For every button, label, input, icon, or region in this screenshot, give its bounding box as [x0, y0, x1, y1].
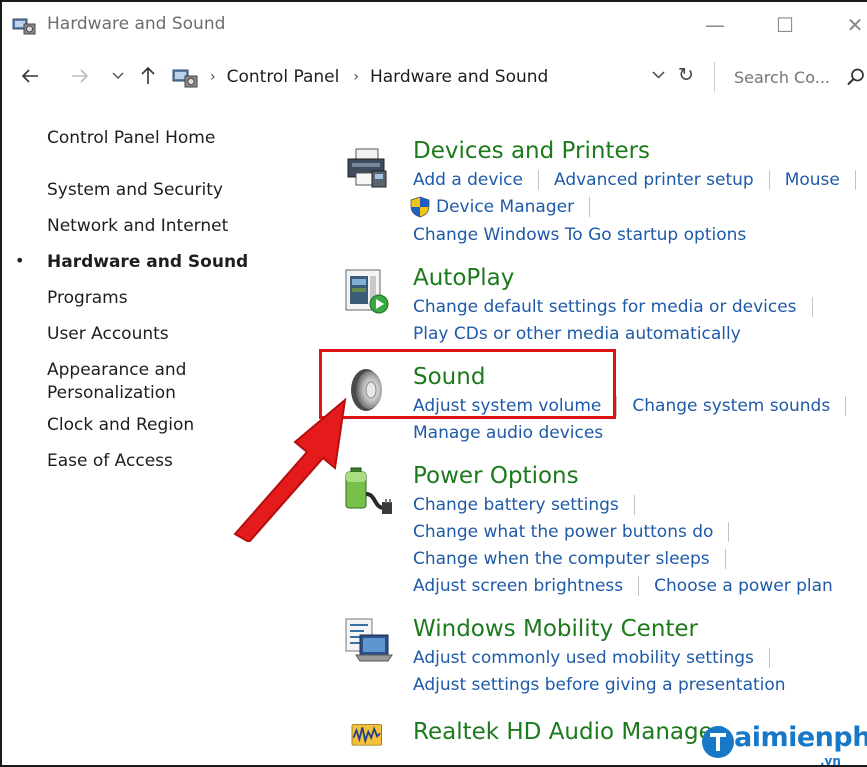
advanced-printer-setup-link[interactable]: Advanced printer setup [554, 170, 754, 190]
red-pointer-arrow-icon [233, 397, 347, 542]
change-default-media-settings-link[interactable]: Change default settings for media or dev… [413, 297, 797, 317]
current-item-bullet: • [15, 251, 25, 270]
breadcrumb-separator-icon: › [210, 69, 216, 85]
mouse-link[interactable]: Mouse [785, 170, 840, 190]
realtek-audio-icon [351, 724, 382, 746]
autoplay-title[interactable]: AutoPlay [413, 264, 514, 292]
link-divider [768, 647, 770, 668]
sidebar-item-personalization[interactable]: Personalization [47, 382, 176, 405]
sidebar-item-ease-of-access[interactable]: Ease of Access [47, 450, 173, 473]
sound-highlight-box [319, 349, 616, 419]
taimienphi-watermark-logo: aimienphi .vn [698, 720, 867, 767]
sidebar-item-user-accounts[interactable]: User Accounts [47, 323, 169, 346]
play-cds-automatically-link[interactable]: Play CDs or other media automatically [413, 324, 741, 344]
toolbar-divider [714, 62, 715, 92]
change-battery-settings-link[interactable]: Change battery settings [413, 495, 619, 515]
sidebar-item-clock-and-region[interactable]: Clock and Region [47, 414, 194, 437]
control-panel-icon [172, 69, 198, 88]
link-divider [638, 575, 640, 596]
link-divider [845, 395, 847, 416]
window-title: Hardware and Sound [47, 14, 226, 34]
link-divider [768, 169, 770, 190]
control-panel-icon [12, 18, 36, 35]
back-arrow-icon[interactable] [18, 64, 42, 88]
adjust-presentation-settings-link[interactable]: Adjust settings before giving a presenta… [413, 675, 786, 695]
add-a-device-link[interactable]: Add a device [413, 170, 523, 190]
adjust-screen-brightness-link[interactable]: Adjust screen brightness [413, 576, 623, 596]
up-arrow-icon[interactable] [136, 64, 160, 88]
link-divider [633, 494, 635, 515]
manage-audio-devices-link[interactable]: Manage audio devices [413, 423, 603, 443]
address-bar[interactable]: › Control Panel › Hardware and Sound ↻ [162, 59, 702, 95]
autoplay-icon [345, 269, 389, 314]
breadcrumb-hardware-and-sound[interactable]: Hardware and Sound [370, 67, 548, 87]
navigation-bar: › Control Panel › Hardware and Sound ↻ [2, 54, 867, 98]
link-divider [854, 169, 856, 190]
title-bar: Hardware and Sound — ☐ ✕ [2, 2, 867, 48]
sidebar-item-control-panel-home[interactable]: Control Panel Home [47, 127, 215, 150]
link-divider [537, 169, 539, 190]
control-panel-window: Hardware and Sound — ☐ ✕ › Control Panel [0, 0, 867, 767]
sidebar-item-programs[interactable]: Programs [47, 287, 128, 310]
address-dropdown-chevron-icon[interactable] [652, 67, 665, 83]
link-divider [728, 521, 730, 542]
minimize-button[interactable]: — [692, 10, 738, 40]
watermark-suffix: .vn [820, 754, 841, 767]
printer-icon [347, 148, 387, 188]
sidebar-item-appearance-and[interactable]: Appearance and [47, 359, 186, 382]
mobility-center-icon [345, 618, 393, 662]
adjust-mobility-settings-link[interactable]: Adjust commonly used mobility settings [413, 648, 754, 668]
device-manager-link[interactable]: Device Manager [436, 197, 574, 217]
breadcrumb-separator-icon: › [353, 69, 359, 85]
close-button[interactable]: ✕ [832, 10, 867, 40]
uac-shield-icon [410, 196, 430, 217]
sidebar-item-hardware-and-sound[interactable]: Hardware and Sound [47, 251, 248, 274]
change-system-sounds-link[interactable]: Change system sounds [632, 396, 830, 416]
search-box[interactable] [722, 58, 867, 96]
change-computer-sleeps-link[interactable]: Change when the computer sleeps [413, 549, 710, 569]
search-icon[interactable] [846, 67, 866, 87]
realtek-hd-audio-manager-title[interactable]: Realtek HD Audio Manager [413, 718, 722, 746]
choose-power-plan-link[interactable]: Choose a power plan [654, 576, 833, 596]
search-input[interactable] [734, 67, 842, 87]
forward-arrow-icon[interactable] [68, 64, 92, 88]
devices-and-printers-title[interactable]: Devices and Printers [413, 137, 650, 165]
watermark-t-icon [702, 726, 734, 758]
breadcrumb-control-panel[interactable]: Control Panel [227, 67, 340, 87]
link-divider [589, 196, 591, 217]
maximize-button[interactable]: ☐ [762, 10, 808, 40]
windows-mobility-center-title[interactable]: Windows Mobility Center [413, 615, 698, 643]
watermark-brand: aimienphi [734, 722, 867, 753]
change-power-buttons-link[interactable]: Change what the power buttons do [413, 522, 713, 542]
change-windows-to-go-link[interactable]: Change Windows To Go startup options [413, 225, 746, 245]
sidebar-item-system-and-security[interactable]: System and Security [47, 179, 223, 202]
link-divider [616, 395, 618, 416]
link-divider [811, 296, 813, 317]
recent-locations-chevron-icon[interactable] [106, 64, 130, 88]
power-options-title[interactable]: Power Options [413, 462, 579, 490]
link-divider [724, 548, 726, 569]
refresh-icon[interactable]: ↻ [678, 64, 694, 86]
sidebar-item-network-and-internet[interactable]: Network and Internet [47, 215, 228, 238]
